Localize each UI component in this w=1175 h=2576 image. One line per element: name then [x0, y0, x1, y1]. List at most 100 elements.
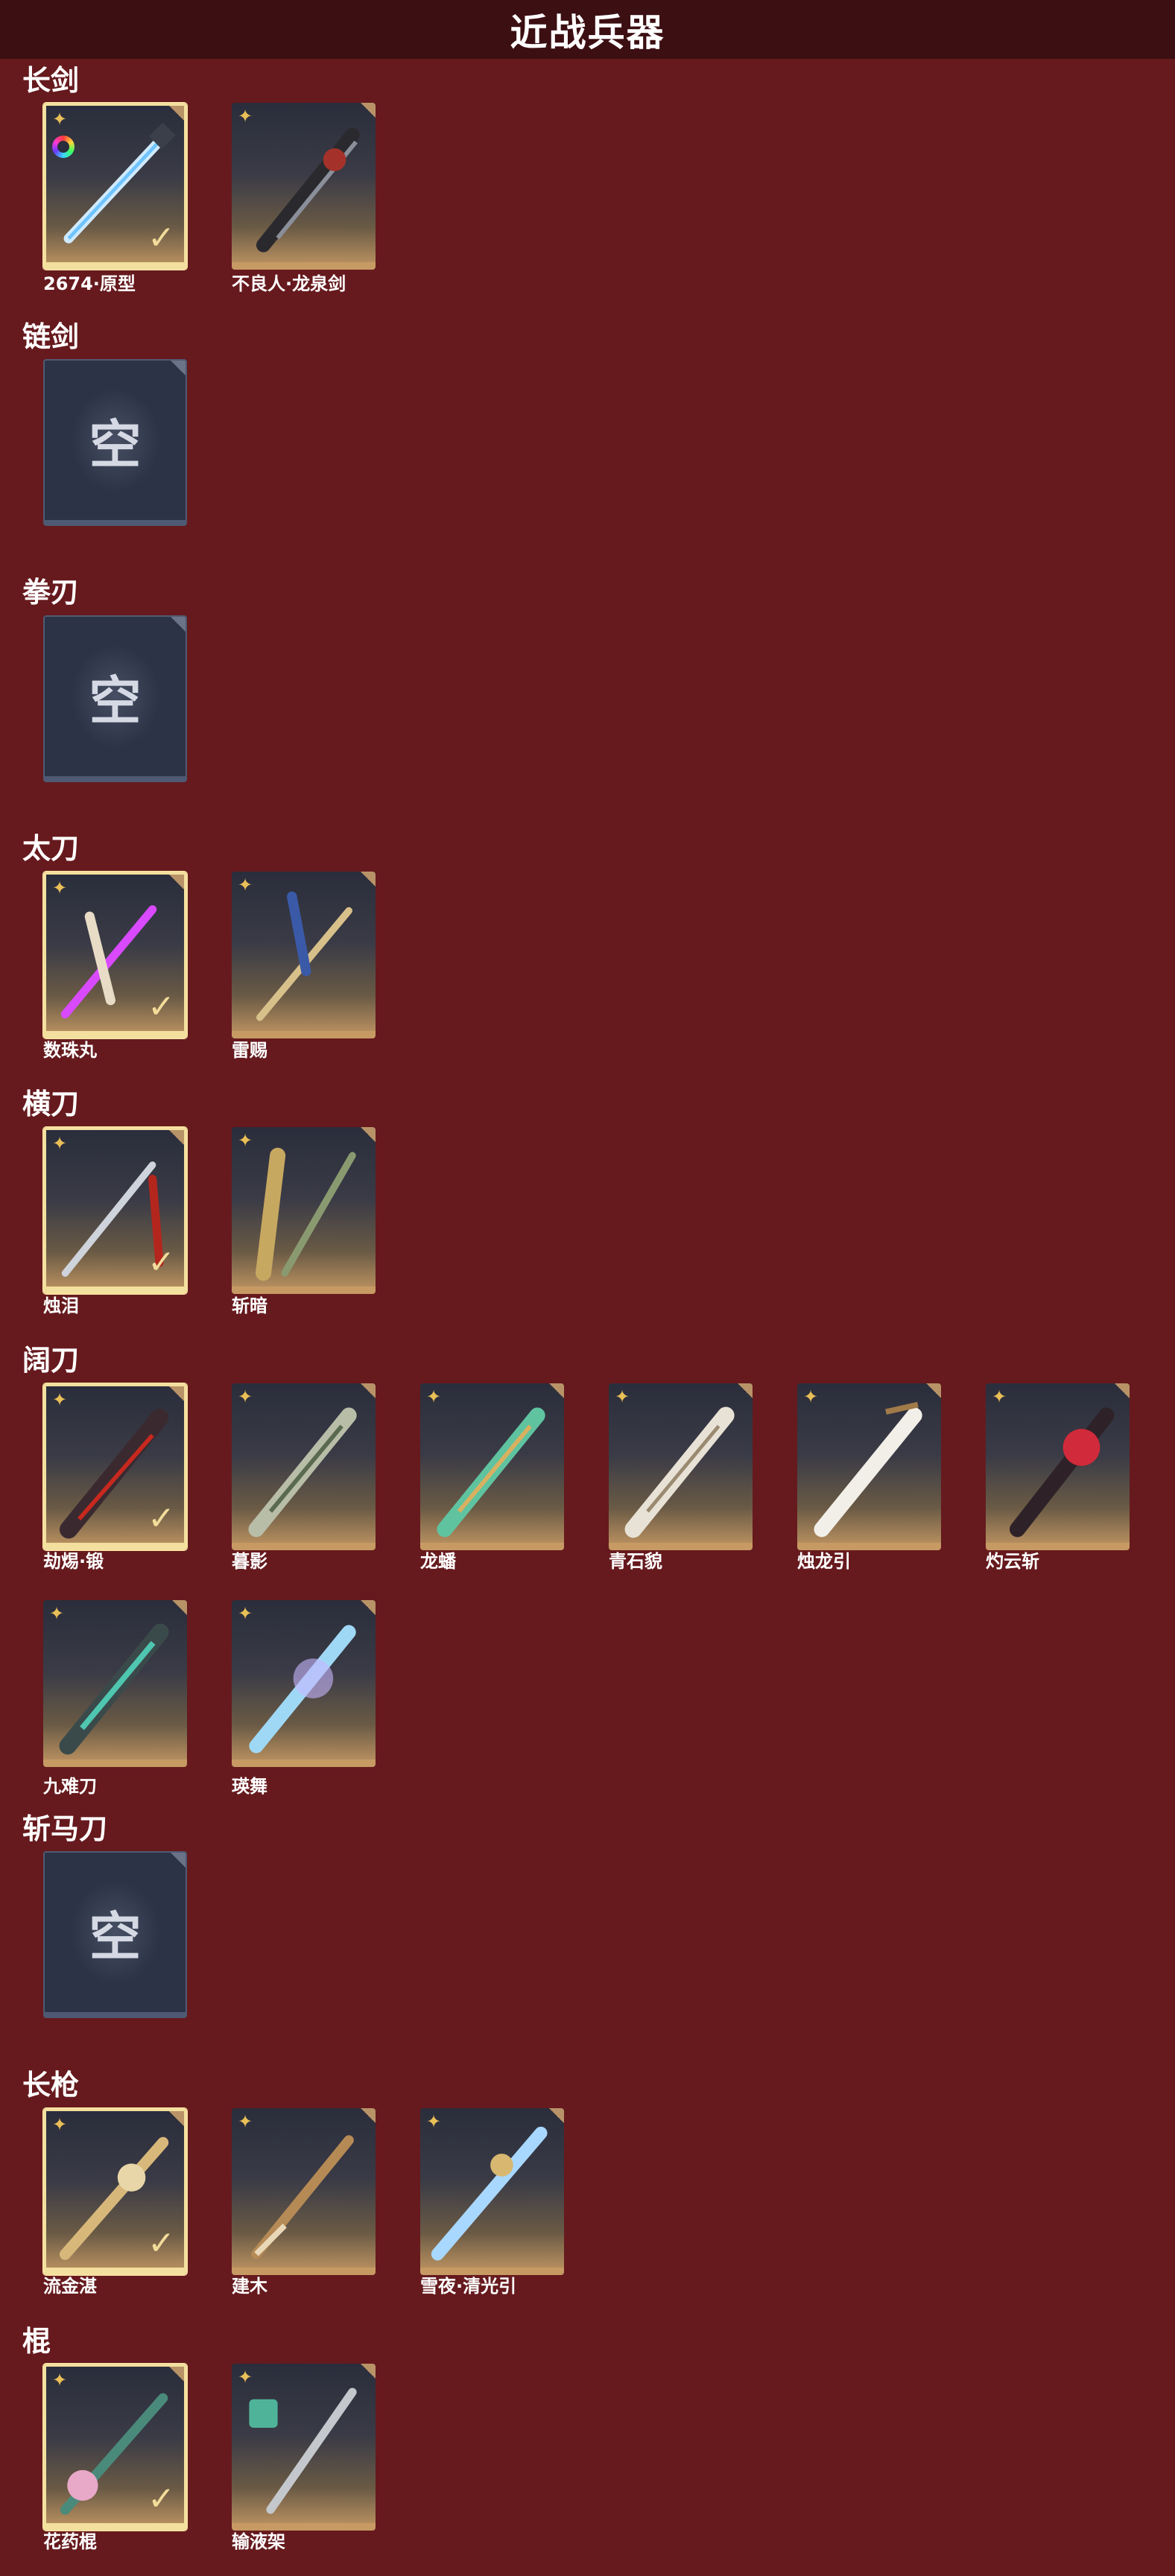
- weapon-name: 灼云斩: [986, 1551, 1039, 1572]
- weapon-image: [431, 2126, 548, 2261]
- star-icon: ✦: [52, 1389, 68, 1410]
- star-icon: ✦: [803, 1386, 819, 1407]
- star-icon: ✦: [52, 878, 68, 898]
- star-icon: ✦: [992, 1386, 1007, 1407]
- weapon-card[interactable]: ✦ ✓: [43, 1383, 187, 1550]
- star-icon: ✦: [238, 1130, 253, 1151]
- weapon-card[interactable]: ✦: [986, 1383, 1130, 1550]
- star-icon: ✦: [238, 106, 253, 127]
- weapon-card[interactable]: ✦ ✓: [43, 1127, 187, 1294]
- weapon-image: [1010, 1407, 1115, 1538]
- weapon-name: 暮影: [232, 1551, 267, 1572]
- weapon-image: [249, 1625, 356, 1754]
- check-icon: ✓: [148, 2480, 175, 2518]
- section-title-chain-sword: 链剑: [22, 320, 80, 353]
- weapon-image: [624, 1406, 735, 1538]
- corner-tag-icon: [171, 617, 186, 632]
- weapon-image: [256, 891, 352, 1021]
- section-title-heng-dao: 横刀: [22, 1088, 80, 1120]
- weapon-card[interactable]: ✦ ✓: [43, 2108, 187, 2275]
- weapon-card[interactable]: ✦: [609, 1383, 753, 1550]
- corner-tag-icon: [549, 2108, 564, 2123]
- weapon-name: 劫焬·锻: [43, 1551, 104, 1572]
- weapon-image: [59, 1623, 169, 1755]
- weapon-name: 雪夜·清光引: [420, 2276, 517, 2297]
- weapon-card[interactable]: ✦: [420, 2108, 564, 2275]
- weapon-name: 不良人·龙泉剑: [232, 273, 346, 294]
- weapon-image: [814, 1401, 922, 1538]
- weapon-name: 花药棍: [43, 2531, 97, 2552]
- page-title: 近战兵器: [510, 10, 665, 54]
- weapon-name: 青石貌: [609, 1551, 662, 1572]
- star-icon: ✦: [52, 2370, 68, 2391]
- corner-tag-icon: [926, 1383, 941, 1398]
- section-title-long-sword: 长剑: [22, 64, 80, 97]
- section-title-fist-blade: 拳刃: [22, 576, 80, 609]
- weapon-name: 瑛舞: [232, 1776, 267, 1797]
- empty-slot-label: 空: [89, 670, 142, 732]
- weapon-name: 数珠丸: [43, 1040, 97, 1061]
- corner-tag-icon: [361, 1383, 376, 1398]
- star-icon: ✦: [52, 2114, 68, 2135]
- star-icon: ✦: [238, 2111, 253, 2132]
- weapon-image: [437, 1407, 545, 1538]
- corner-tag-icon: [1115, 1383, 1130, 1398]
- corner-tag-icon: [738, 1383, 753, 1398]
- weapon-name: 流金湛: [43, 2276, 97, 2297]
- star-icon: ✦: [238, 2367, 253, 2388]
- weapon-name: 九难刀: [43, 1776, 97, 1797]
- corner-tag-icon: [361, 2364, 376, 2379]
- weapon-card[interactable]: ✦: [232, 1600, 376, 1767]
- star-icon: ✦: [615, 1386, 630, 1407]
- check-icon: ✓: [148, 988, 175, 1026]
- weapon-card[interactable]: ✦: [420, 1383, 564, 1550]
- star-icon: ✦: [426, 1386, 442, 1407]
- corner-tag-icon: [361, 1127, 376, 1142]
- corner-tag-icon: [361, 103, 376, 118]
- header-bar: 近战兵器: [0, 0, 1175, 59]
- rainbow-ring-icon: [52, 136, 75, 158]
- check-icon: ✓: [148, 2224, 175, 2262]
- check-icon: ✓: [148, 1500, 175, 1538]
- weapon-card[interactable]: ✦: [232, 2364, 376, 2531]
- weapon-card[interactable]: ✦: [232, 1383, 376, 1550]
- section-title-zhanma-dao: 斩马刀: [22, 1812, 108, 1845]
- weapon-card[interactable]: ✦: [232, 2108, 376, 2275]
- corner-tag-icon: [171, 361, 186, 375]
- weapon-card[interactable]: ✦ ✓: [43, 103, 187, 270]
- star-icon: ✦: [238, 875, 253, 895]
- star-icon: ✦: [238, 1603, 253, 1624]
- weapon-image: [251, 2135, 354, 2259]
- star-icon: ✦: [52, 109, 68, 130]
- weapon-card[interactable]: ✦ ✓: [43, 2364, 187, 2531]
- empty-slot[interactable]: 空: [43, 359, 187, 526]
- weapon-card[interactable]: ✦: [797, 1383, 941, 1550]
- corner-tag-icon: [169, 2367, 184, 2382]
- corner-tag-icon: [172, 1600, 187, 1615]
- corner-tag-icon: [169, 106, 184, 121]
- corner-tag-icon: [549, 1383, 564, 1398]
- weapon-image: [256, 127, 360, 253]
- empty-slot[interactable]: 空: [43, 615, 187, 782]
- section-title-broadsword: 阔刀: [22, 1344, 80, 1377]
- corner-tag-icon: [171, 1853, 186, 1868]
- weapon-card[interactable]: ✦ ✓: [43, 872, 187, 1038]
- section-title-tachi: 太刀: [22, 832, 80, 865]
- weapon-image: [249, 2388, 357, 2514]
- weapon-name: 烛泪: [43, 1295, 79, 1316]
- empty-slot[interactable]: 空: [43, 1851, 187, 2018]
- corner-tag-icon: [361, 1600, 376, 1615]
- corner-tag-icon: [361, 2108, 376, 2123]
- star-icon: ✦: [52, 1133, 68, 1154]
- weapon-card[interactable]: ✦: [232, 103, 376, 270]
- weapon-card[interactable]: ✦: [43, 1600, 187, 1767]
- corner-tag-icon: [169, 1386, 184, 1401]
- weapon-name: 2674·原型: [43, 273, 136, 294]
- corner-tag-icon: [169, 1130, 184, 1145]
- section-title-spear: 长枪: [22, 2069, 80, 2101]
- weapon-card[interactable]: ✦: [232, 1127, 376, 1294]
- corner-tag-icon: [169, 875, 184, 889]
- weapon-card[interactable]: ✦: [232, 872, 376, 1038]
- check-icon: ✓: [148, 219, 175, 257]
- weapon-image: [248, 1407, 357, 1538]
